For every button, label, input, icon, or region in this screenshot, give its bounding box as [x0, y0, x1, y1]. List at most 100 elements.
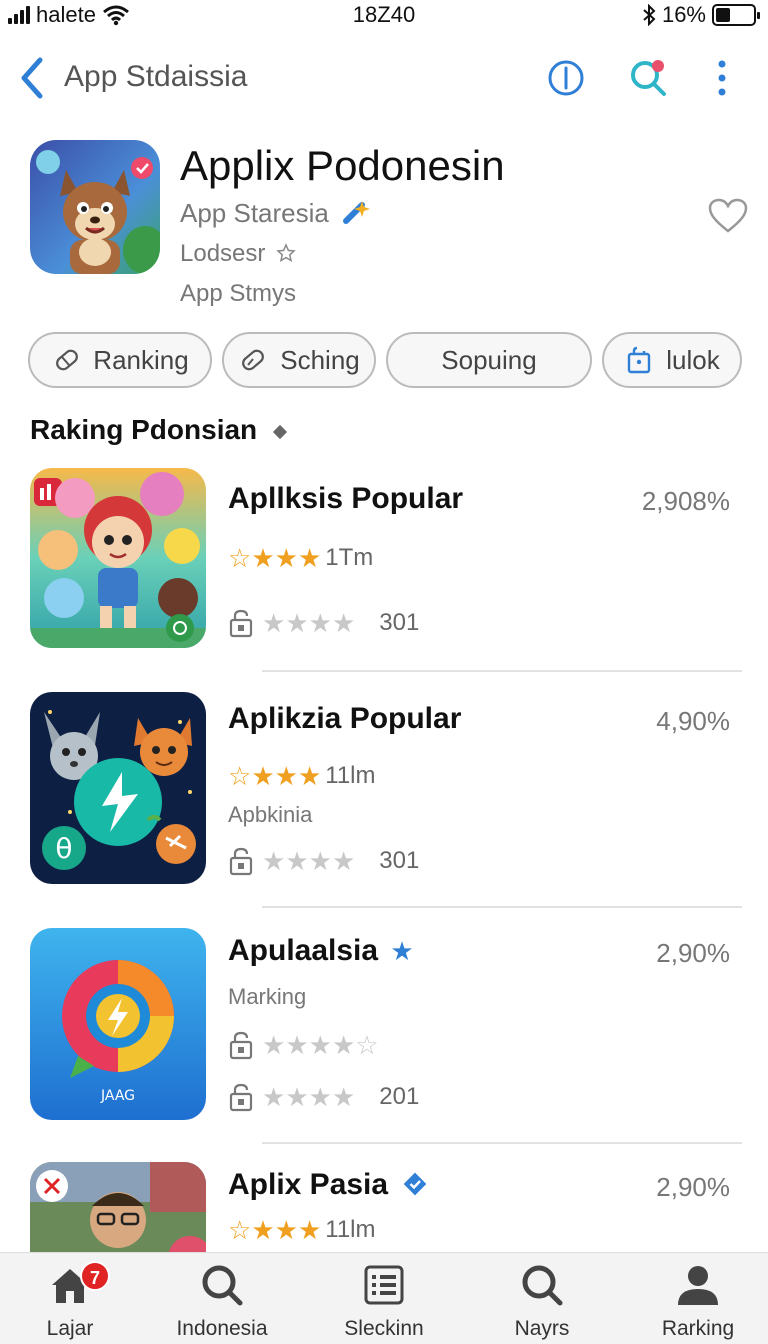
rating-text: 11lm [325, 762, 376, 789]
item-percent: 2,90% [656, 938, 730, 968]
eraser-icon [242, 349, 265, 371]
star-outline-icon: ☆ [355, 1030, 379, 1060]
chip-sopuing-label: Sopuing [441, 344, 537, 375]
tag-icon [56, 349, 79, 371]
tab-sleckinn[interactable]: Sleckinn [324, 1263, 444, 1341]
item-subtext: Marking [228, 984, 307, 1009]
chip-sching-label: Sching [280, 344, 360, 375]
star-icon: ★ [308, 1082, 332, 1112]
tab-nayrs[interactable]: Nayrs [482, 1263, 602, 1341]
lock-icon [229, 1031, 253, 1060]
star-icon: ★ [331, 1082, 356, 1112]
star-icon: ★ [262, 1082, 286, 1112]
star-icon: ★ [251, 761, 275, 791]
star-icon: ★ [262, 846, 286, 876]
star-outline-icon: ☆ [228, 543, 252, 573]
rating-row: ☆ ★ ★ ★ 11lm [228, 762, 376, 790]
chip-ranking-label: Ranking [93, 344, 189, 375]
star-icon: ★ [285, 1030, 309, 1060]
nav-bar: App Stdaissia [0, 48, 768, 108]
item-title[interactable]: Aplikzia Popular [228, 702, 461, 736]
item-title[interactable]: Aplix Pasia [228, 1168, 428, 1202]
notification-badge: 7 [80, 1261, 110, 1291]
meta-row: ★ ★ ★ ★ 201 [228, 1082, 419, 1112]
star-outline-icon [276, 243, 296, 262]
meta-row: ★ ★ ★ ★ ☆ [228, 1030, 379, 1060]
item-percent: 2,908% [641, 486, 730, 516]
lock-icon [229, 847, 253, 876]
chip-lulok-label: lulok [666, 344, 720, 375]
star-icon: ★ [297, 543, 322, 573]
chip-sopuing[interactable]: Sopuing [386, 332, 592, 388]
app-thumbnail[interactable] [30, 468, 206, 648]
item-title[interactable]: Apulaalsia ★ [228, 934, 414, 968]
tab-nayrs-label: Nayrs [514, 1317, 570, 1340]
star-icon: ★ [285, 608, 309, 638]
item-title[interactable]: Apllksis Popular [228, 482, 463, 516]
app-subtitle-1: Lodsesr [180, 240, 296, 268]
item-percent: 2,90% [656, 1172, 730, 1202]
item-subtext: Apbkinia [228, 802, 313, 827]
meta-row: ★ ★ ★ ★ 301 [228, 846, 419, 876]
divider [262, 906, 742, 908]
item-title-text[interactable]: Aplix Pasia [228, 1168, 388, 1201]
tab-rarking-label: Rarking [661, 1317, 735, 1340]
item-title-text[interactable]: Apulaalsia [228, 934, 378, 967]
app-title: Applix Podonesin [180, 142, 505, 189]
search-icon [202, 1265, 243, 1306]
rating-text: 11lm [325, 1216, 376, 1243]
section-title: Raking Pdonsian [30, 414, 288, 446]
star-icon: ★ [274, 543, 298, 573]
app-subtitle-2: App Stmys [180, 280, 297, 307]
rating-row: ☆ ★ ★ ★ 1Tm [228, 544, 373, 572]
tab-indonesia[interactable]: Indonesia [162, 1263, 282, 1341]
star-icon: ★ [262, 1030, 286, 1060]
search-icon[interactable] [626, 56, 670, 100]
star-icon: ★ [308, 1030, 332, 1060]
diamond-icon [273, 424, 288, 439]
back-chevron-icon[interactable] [14, 54, 50, 102]
bag-icon [628, 346, 651, 374]
person-icon [678, 1266, 718, 1305]
star-icon: ★ [297, 761, 322, 791]
star-icon: ★ [308, 846, 332, 876]
rating-text: 1Tm [325, 544, 374, 571]
app-developer[interactable]: App Staresia [180, 198, 372, 229]
app-thumbnail[interactable]: JAAG [30, 928, 206, 1120]
info-icon[interactable] [544, 56, 588, 100]
lock-icon [229, 1083, 253, 1112]
app-icon [30, 140, 160, 274]
search-icon [522, 1265, 563, 1306]
star-icon: ★ [331, 846, 356, 876]
bluetooth-icon [643, 4, 656, 26]
review-count: 301 [379, 847, 420, 874]
tab-rarking[interactable]: Rarking [638, 1263, 758, 1341]
battery-percent: 16% [661, 2, 706, 27]
battery-icon [712, 4, 760, 26]
tab-lajar-label: Lajar [46, 1317, 94, 1340]
sparkle-icon [343, 201, 371, 224]
star-icon: ★ [331, 1030, 356, 1060]
review-count: 201 [379, 1083, 420, 1110]
developer-name[interactable]: App Staresia [180, 198, 329, 228]
tab-indonesia-label: Indonesia [176, 1317, 268, 1340]
subtitle-1-text: Lodsesr [180, 240, 266, 267]
chip-lulok[interactable]: lulok [602, 332, 742, 388]
star-icon: ★ [331, 608, 356, 638]
status-right: 16% [642, 2, 760, 28]
chip-sching[interactable]: Sching [222, 332, 376, 388]
tab-bar: 7 Lajar Indonesia Sleckinn Nayrs Rarking [0, 1252, 768, 1344]
more-vertical-icon[interactable] [700, 56, 744, 100]
review-count: 301 [379, 609, 420, 636]
heart-icon[interactable] [708, 198, 748, 234]
tab-lajar[interactable]: 7 Lajar [10, 1261, 130, 1341]
chip-ranking[interactable]: Ranking [28, 332, 212, 388]
star-badge-icon: ★ [390, 936, 414, 966]
star-icon: ★ [308, 608, 332, 638]
item-percent: 4,90% [656, 706, 730, 736]
star-icon: ★ [274, 761, 298, 791]
app-thumbnail[interactable]: θ [30, 692, 206, 884]
list-board-icon [364, 1265, 404, 1305]
star-icon: ★ [297, 1215, 322, 1245]
star-icon: ★ [262, 608, 286, 638]
